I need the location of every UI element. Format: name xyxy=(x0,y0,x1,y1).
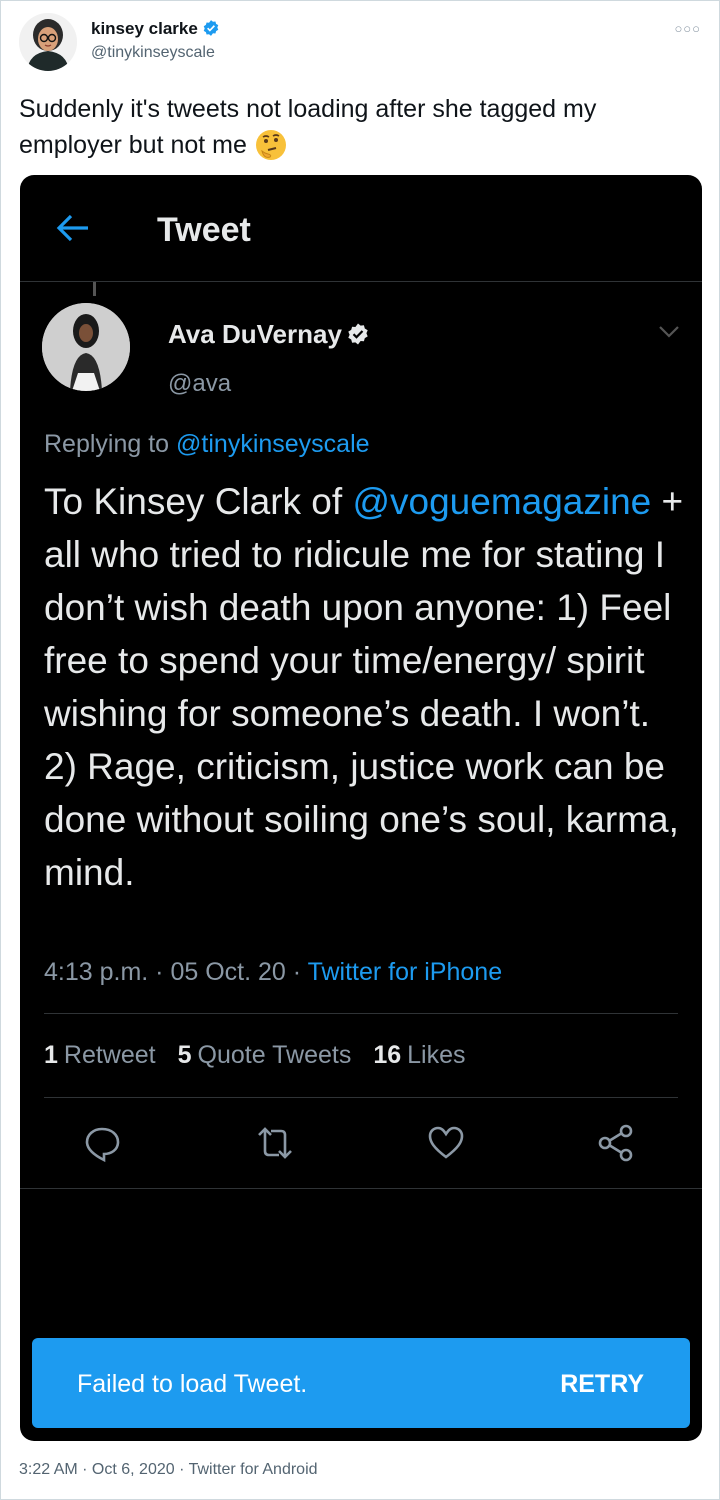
divider xyxy=(44,1013,678,1014)
quoted-author-handle[interactable]: @ava xyxy=(168,370,231,398)
retweets-stat[interactable]: 1 Retweet xyxy=(44,1041,156,1069)
like-icon[interactable] xyxy=(426,1123,466,1168)
error-toast: Failed to load Tweet. RETRY xyxy=(32,1338,690,1428)
share-icon[interactable] xyxy=(596,1123,636,1168)
quoted-verified-badge-icon xyxy=(346,322,370,353)
likes-stat[interactable]: 16 Likes xyxy=(373,1041,465,1069)
quoted-tweet-meta: 4:13 p.m. · 05 Oct. 20 · Twitter for iPh… xyxy=(44,958,503,986)
tweet-stats: 1 Retweet 5 Quote Tweets 16 Likes xyxy=(44,1041,466,1070)
retry-button[interactable]: RETRY xyxy=(560,1370,644,1399)
thread-line xyxy=(93,282,96,296)
retweet-icon[interactable] xyxy=(253,1123,297,1168)
divider xyxy=(20,1188,702,1189)
chevron-down-icon[interactable] xyxy=(658,325,680,344)
reply-icon[interactable] xyxy=(82,1123,122,1168)
action-bar xyxy=(20,1123,702,1167)
divider xyxy=(44,1097,678,1098)
more-options-icon[interactable]: ○○○ xyxy=(674,21,701,36)
screenshot-header-title: Tweet xyxy=(157,211,251,249)
source-link[interactable]: Twitter for iPhone xyxy=(308,958,503,986)
toast-message: Failed to load Tweet. xyxy=(77,1370,308,1398)
embedded-screenshot: Tweet Ava DuVernay @ava Replying to @tin… xyxy=(20,175,702,1441)
quotes-stat[interactable]: 5 Quote Tweets xyxy=(178,1041,352,1069)
quoted-author-avatar[interactable] xyxy=(42,303,130,391)
replying-to-handle-link[interactable]: @tinykinseyscale xyxy=(176,430,370,458)
verified-badge-icon xyxy=(202,19,220,42)
quoted-tweet-text: To Kinsey Clark of @voguemagazine + all … xyxy=(44,481,684,893)
thinking-face-emoji-icon xyxy=(255,129,287,171)
author-name[interactable]: kinsey clarke xyxy=(91,19,220,42)
replying-to: Replying to @tinykinseyscale xyxy=(44,430,370,458)
author-avatar[interactable] xyxy=(19,13,77,71)
tweet-card: kinsey clarke @tinykinseyscale ○○○ Sudde… xyxy=(0,0,720,1500)
tweet-timestamp[interactable]: 3:22 AM · Oct 6, 2020 · Twitter for Andr… xyxy=(19,1461,318,1479)
tweet-text: Suddenly it's tweets not loading after s… xyxy=(19,91,699,171)
author-handle[interactable]: @tinykinseyscale xyxy=(91,44,215,62)
back-arrow-icon[interactable] xyxy=(56,213,90,248)
mention-link[interactable]: @voguemagazine xyxy=(352,481,651,522)
screenshot-header: Tweet xyxy=(20,175,702,282)
quoted-author-name[interactable]: Ava DuVernay xyxy=(168,319,370,353)
